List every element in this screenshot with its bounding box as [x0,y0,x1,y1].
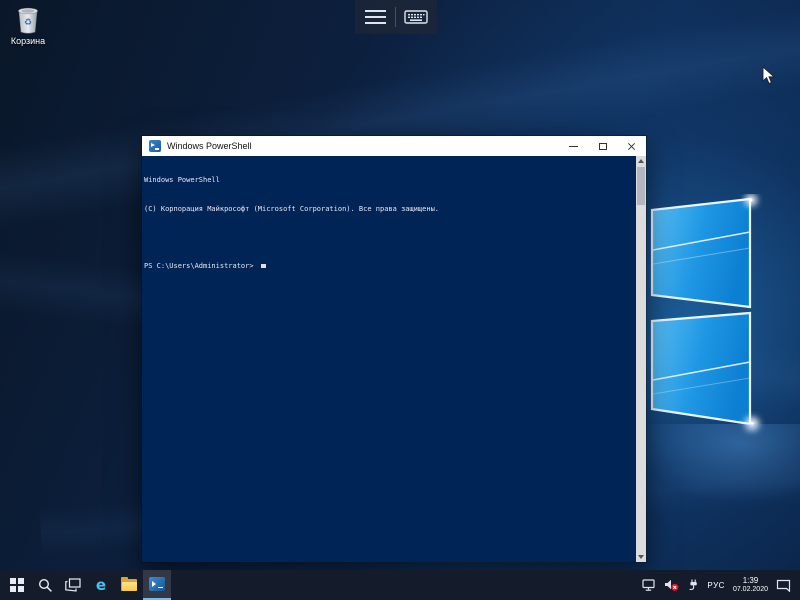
console-prompt-line: PS C:\Users\Administrator> [144,262,632,272]
action-center-button[interactable] [776,579,791,592]
recycle-bin-icon: ♻ [15,5,41,35]
clock[interactable]: 1:39 07.02.2020 [733,576,768,594]
keyboard-icon [404,9,428,25]
console-line: Windows PowerShell [144,176,632,186]
maximize-icon [599,143,607,150]
close-icon [627,142,636,151]
console-line: (C) Корпорация Майкрософт (Microsoft Cor… [144,205,632,215]
system-tray: РУС 1:39 07.02.2020 [642,570,800,600]
menu-button[interactable] [355,0,395,34]
scroll-down-button[interactable] [636,552,646,562]
powershell-icon [149,140,161,152]
console-output[interactable]: Windows PowerShell (C) Корпорация Майкро… [142,156,646,562]
volume-muted-icon [664,579,679,592]
maximize-button[interactable] [588,136,617,156]
window-titlebar[interactable]: Windows PowerShell [142,136,646,156]
console-scrollbar[interactable] [636,156,646,562]
mouse-cursor [762,66,775,85]
powershell-taskbar-icon [149,577,165,591]
start-button[interactable] [3,570,31,600]
action-center-icon [776,579,791,592]
taskbar-buttons: e [3,570,171,600]
powershell-taskbar-button[interactable] [143,570,171,600]
recycle-bin-label: Корзина [2,36,54,46]
windows-start-icon [10,578,24,592]
internet-explorer-icon: e [96,578,106,593]
clock-date: 07.02.2020 [733,585,768,594]
scroll-up-button[interactable] [636,156,646,166]
minimize-icon [569,146,578,147]
search-icon [38,578,53,593]
svg-text:♻: ♻ [24,17,32,27]
window-controls [559,136,646,156]
language-indicator[interactable]: РУС [707,581,725,590]
task-view-button[interactable] [59,570,87,600]
network-status-button[interactable] [642,579,656,592]
wallpaper-floor-glow [630,424,800,504]
close-button[interactable] [617,136,646,156]
usb-plug-icon [687,579,699,592]
safely-remove-hardware-button[interactable] [687,579,699,592]
console-line-blank [144,233,632,243]
internet-explorer-button[interactable]: e [87,570,115,600]
vm-console-toolbar [355,0,437,34]
hamburger-icon [365,10,386,24]
scrollbar-thumb[interactable] [637,167,645,205]
minimize-button[interactable] [559,136,588,156]
console-prompt: PS C:\Users\Administrator> [144,262,258,270]
scroll-down-icon [638,555,644,559]
desktop: ♻ Корзина Windows PowerShell [0,0,800,600]
text-cursor [261,264,266,268]
clock-time: 1:39 [733,576,768,585]
task-view-icon [65,578,81,592]
scroll-up-icon [638,159,644,163]
search-button[interactable] [31,570,59,600]
virtual-keyboard-button[interactable] [396,0,436,34]
file-explorer-icon [121,579,137,591]
recycle-bin-shortcut[interactable]: ♻ Корзина [2,5,54,46]
volume-muted-button[interactable] [664,579,679,592]
windows-logo-wallpaper [648,194,766,438]
taskbar: e [0,570,800,600]
file-explorer-button[interactable] [115,570,143,600]
window-title: Windows PowerShell [167,141,252,151]
network-icon [642,579,656,592]
powershell-window: Windows PowerShell Windows PowerShell (C… [141,135,647,563]
